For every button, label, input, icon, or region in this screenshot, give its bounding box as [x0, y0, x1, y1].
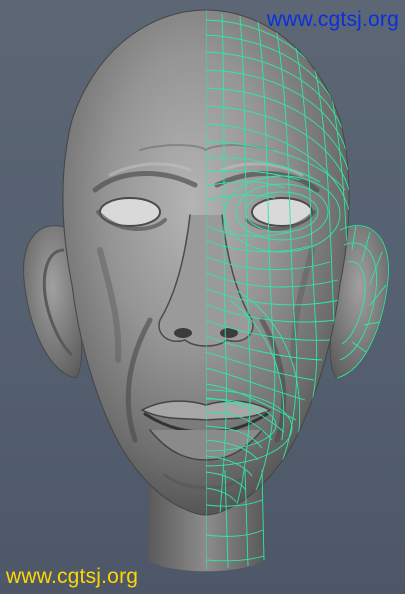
watermark-bottom: www.cgtsj.org: [6, 565, 139, 588]
watermark-top: www.cgtsj.org: [266, 8, 399, 31]
head-render: [22, 9, 390, 572]
render-viewport: www.cgtsj.org www.cgtsj.org: [0, 0, 405, 594]
